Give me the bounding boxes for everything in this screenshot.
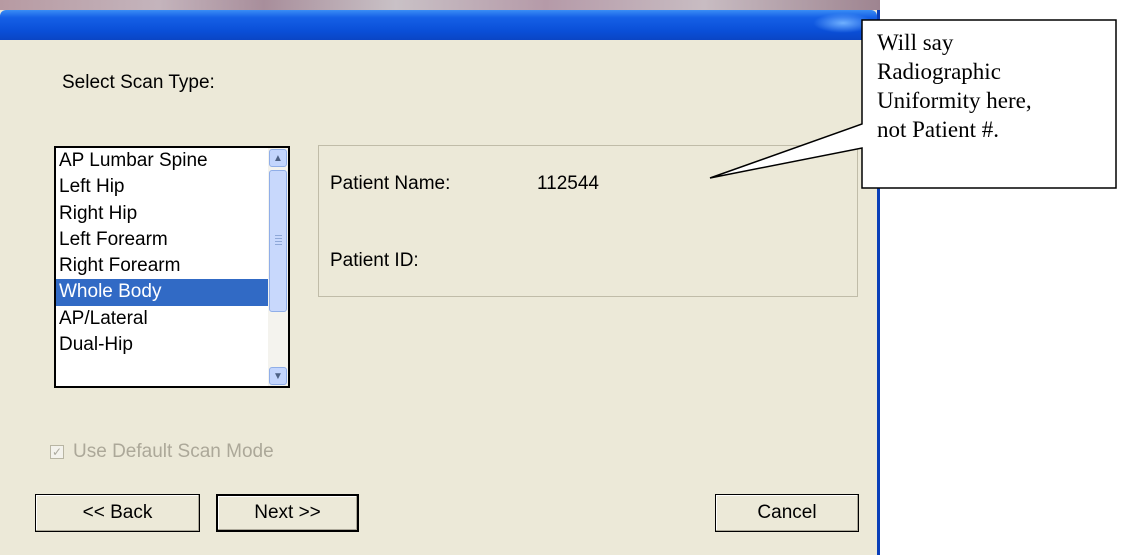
chevron-down-icon: ▼: [273, 370, 283, 382]
default-scan-mode-label: Use Default Scan Mode: [73, 441, 274, 462]
scan-type-option[interactable]: Right Forearm: [56, 253, 268, 279]
grip-icon: [275, 235, 282, 247]
scroll-up-button[interactable]: ▲: [269, 149, 287, 167]
title-bar[interactable]: [0, 10, 877, 40]
back-button[interactable]: << Back: [35, 494, 200, 532]
scan-type-option[interactable]: Right Hip: [56, 201, 268, 227]
cancel-button[interactable]: Cancel: [715, 494, 859, 532]
default-scan-mode-option: ✓ Use Default Scan Mode: [50, 441, 274, 463]
select-scan-type-label: Select Scan Type:: [62, 72, 215, 93]
scan-type-option-selected[interactable]: Whole Body: [56, 279, 268, 306]
patient-id-label: Patient ID:: [330, 250, 419, 271]
chevron-up-icon: ▲: [273, 152, 283, 164]
next-button[interactable]: Next >>: [216, 494, 359, 532]
scan-type-listbox[interactable]: AP Lumbar Spine Left Hip Right Hip Left …: [54, 146, 290, 388]
scan-type-option[interactable]: AP Lumbar Spine: [56, 148, 268, 174]
scroll-down-button[interactable]: ▼: [269, 367, 287, 385]
desktop-background: [0, 0, 880, 10]
scan-type-option[interactable]: Dual-Hip: [56, 332, 268, 358]
scan-type-option[interactable]: Left Hip: [56, 174, 268, 200]
scan-type-option[interactable]: Left Forearm: [56, 227, 268, 253]
default-scan-mode-checkbox: ✓: [50, 445, 64, 459]
scan-type-option[interactable]: AP/Lateral: [56, 306, 268, 332]
patient-info-group: [318, 145, 858, 297]
listbox-scrollbar[interactable]: ▲ ▼: [268, 148, 288, 386]
annotation-text: Will say Radiographic Uniformity here, n…: [877, 30, 1032, 142]
scrollbar-thumb[interactable]: [269, 170, 287, 312]
patient-name-label: Patient Name:: [330, 173, 451, 194]
patient-name-value: 112544: [537, 173, 599, 194]
checkmark-icon: ✓: [51, 445, 63, 459]
